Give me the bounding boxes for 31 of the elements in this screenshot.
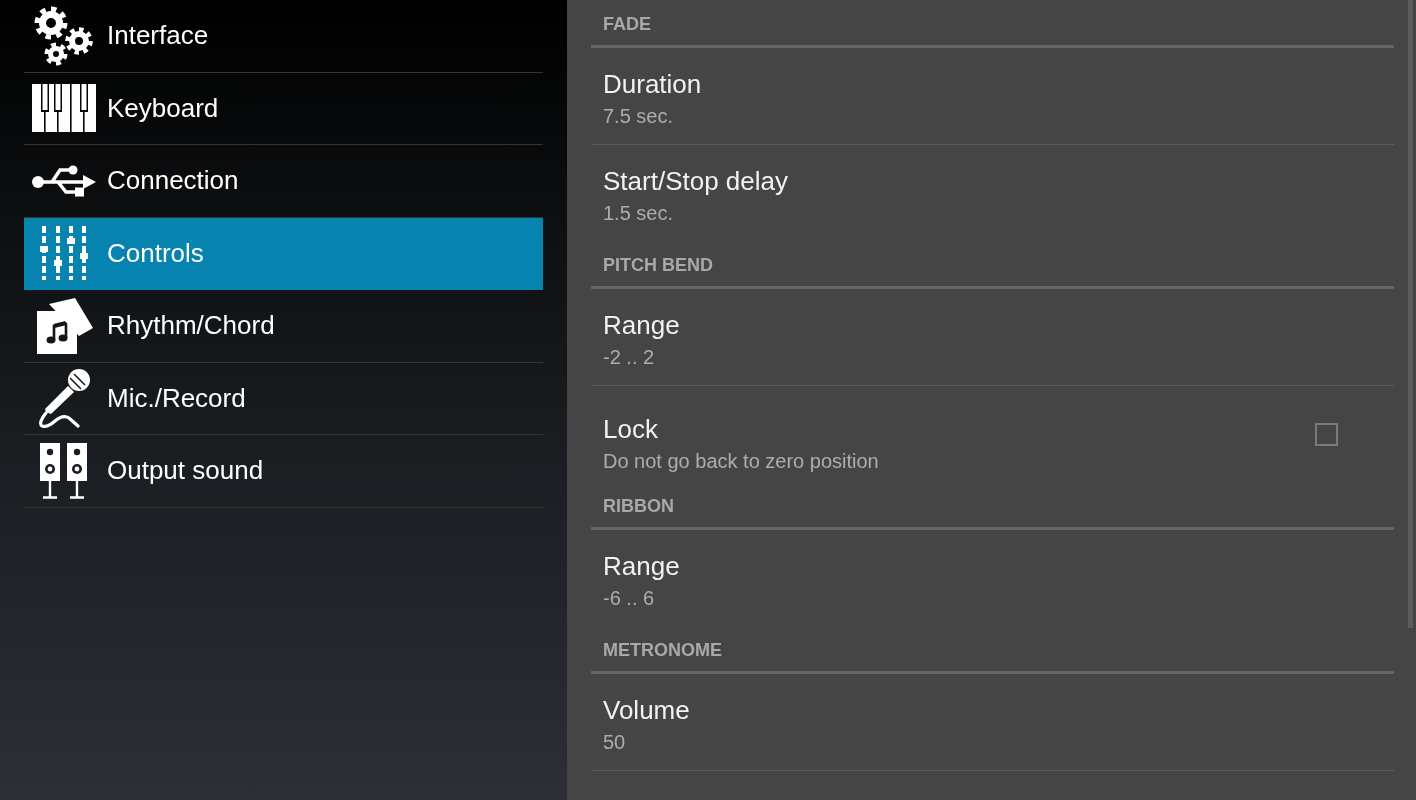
setting-summary: -2 .. 2: [603, 345, 655, 370]
speakers-icon: [40, 442, 88, 499]
sidebar-item[interactable]: Mic./Record: [24, 362, 543, 435]
setting-summary: 7.5 sec.: [603, 104, 674, 129]
setting-summary: 50: [603, 730, 626, 755]
section-heading: METRONOME: [603, 639, 722, 661]
sidebar-item[interactable]: Rhythm/Chord: [24, 290, 543, 363]
music-sheet-icon: [35, 297, 93, 354]
sidebar-item[interactable]: Interface: [24, 0, 543, 73]
sidebar-item[interactable]: Controls: [24, 217, 543, 290]
setting-title: Duration: [603, 68, 702, 101]
checkbox[interactable]: [1315, 422, 1338, 446]
setting-title: Lock: [603, 412, 658, 446]
sidebar-item[interactable]: Keyboard: [24, 72, 543, 145]
setting-title: Volume: [603, 694, 690, 727]
section-heading: PITCH BEND: [603, 254, 713, 276]
setting-summary: 1.5 sec.: [603, 201, 674, 226]
setting-title: Start/Stop delay: [603, 165, 788, 198]
sidebar-item[interactable]: Output sound: [24, 435, 543, 508]
usb-icon: [32, 164, 96, 197]
section-heading: RIBBON: [603, 495, 674, 517]
piano-keys-icon: [32, 84, 96, 133]
sidebar-item[interactable]: Connection: [24, 145, 543, 218]
setting-title: Range: [603, 309, 680, 342]
gears-icon: [32, 4, 96, 67]
setting-title: Range: [603, 550, 680, 583]
setting-summary: -6 .. 6: [603, 586, 655, 611]
sliders-icon: [40, 226, 88, 281]
microphone-icon: [37, 368, 91, 429]
setting-summary: Do not go back to zero position: [603, 448, 879, 474]
section-heading: FADE: [603, 13, 651, 35]
